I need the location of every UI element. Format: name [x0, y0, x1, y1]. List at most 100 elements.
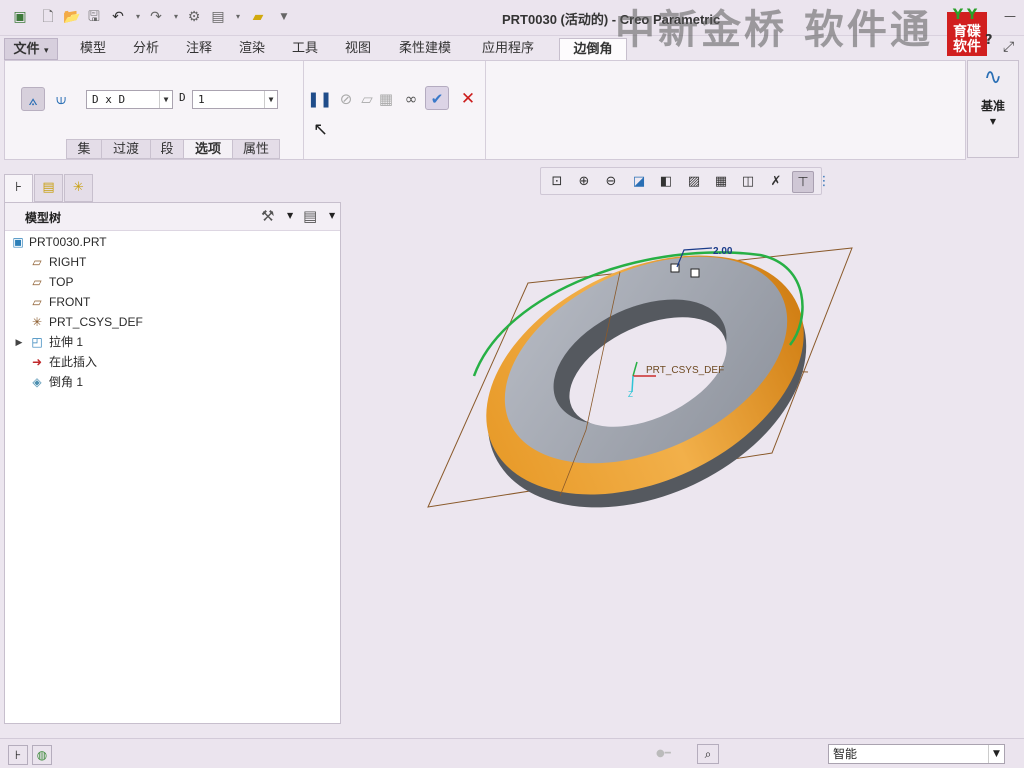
subtab-transitions[interactable]: 过渡: [101, 139, 151, 159]
csys-label: PRT_CSYS_DEF: [646, 365, 724, 376]
repaint-icon[interactable]: ◪: [628, 171, 650, 193]
csys-z-label: Z: [628, 390, 633, 399]
annotation-display-icon[interactable]: ⋮: [813, 171, 835, 193]
brand-logo-top: YY: [952, 7, 982, 23]
model-tree-tab-icon[interactable]: ⊦: [4, 174, 33, 202]
tab-flexible-modeling[interactable]: 柔性建模: [389, 38, 461, 60]
d-value: 1: [198, 93, 205, 106]
tree-settings-icon[interactable]: ⚒: [261, 207, 274, 225]
regenerate-icon[interactable]: ⚙: [186, 9, 202, 25]
datum-plane-icon: ▱: [32, 255, 42, 269]
tree-item-label: FRONT: [49, 295, 91, 309]
minimize-icon[interactable]: —: [1003, 9, 1017, 23]
view-manager-icon[interactable]: ▦: [710, 171, 732, 193]
show-navigator-icon[interactable]: ⊦: [8, 745, 28, 765]
drag-handle[interactable]: [690, 268, 700, 278]
save-icon[interactable]: 🖫: [86, 9, 102, 25]
chevron-down-icon: ▼: [989, 117, 997, 126]
customize-icon[interactable]: ▼: [276, 9, 292, 25]
close-window-icon[interactable]: ▰: [250, 9, 266, 25]
csys-display-icon[interactable]: ✗: [765, 171, 787, 193]
folder-browser-icon[interactable]: ▤: [34, 174, 63, 202]
confirm-icon[interactable]: ✔: [425, 86, 449, 110]
tab-render[interactable]: 渲染: [230, 38, 274, 60]
favorites-icon[interactable]: ✳: [64, 174, 93, 202]
chevron-down-icon: ▼: [264, 91, 277, 108]
chamfer-icon: ◈: [32, 375, 42, 389]
expand-arrow-icon[interactable]: ▶: [11, 334, 27, 350]
pause-icon[interactable]: ❚❚: [307, 87, 332, 111]
app-icon[interactable]: ▣: [12, 9, 28, 25]
tree-item-label: RIGHT: [49, 255, 87, 269]
part-icon: ▣: [12, 235, 24, 249]
tree-item-label: PRT0030.PRT: [29, 235, 107, 249]
tree-display-icon[interactable]: ▤: [303, 207, 317, 225]
d-value-input[interactable]: 1 ▼: [192, 90, 278, 109]
chevron-down-icon[interactable]: ▼: [329, 211, 335, 220]
cursor-icon: ↖: [313, 119, 329, 140]
windows-dropdown-icon[interactable]: ▾: [230, 9, 246, 25]
model-tree-title: 模型树: [25, 211, 62, 225]
open-icon[interactable]: 📂: [63, 9, 80, 25]
undo-dropdown-icon[interactable]: ▾: [130, 9, 146, 25]
tab-edge-chamfer[interactable]: 边倒角: [559, 38, 627, 61]
subtab-pieces[interactable]: 段: [150, 139, 184, 159]
datum-plane-icon: ▱: [32, 275, 42, 289]
refit-icon[interactable]: ⊡: [546, 171, 568, 193]
d-label: D: [179, 91, 186, 104]
tab-file-label: 文件: [13, 42, 40, 57]
dimension-value[interactable]: 2.00: [713, 246, 733, 257]
subtab-sets[interactable]: 集: [66, 139, 102, 159]
datum-label: 基准: [980, 99, 1005, 113]
tab-applications[interactable]: 应用程序: [471, 38, 545, 60]
tab-analysis[interactable]: 分析: [124, 38, 168, 60]
tab-view[interactable]: 视图: [336, 38, 380, 60]
datum-display-icon[interactable]: ⊤: [792, 171, 814, 193]
ribbon-divider: [303, 61, 304, 159]
chevron-down-icon: ▼: [988, 745, 1004, 763]
edge-set-icon[interactable]: ⟑: [21, 87, 45, 111]
new-icon[interactable]: 🗋: [40, 9, 56, 25]
redo-dropdown-icon[interactable]: ▾: [168, 9, 184, 25]
csys-icon: ✳: [31, 315, 43, 329]
saved-views-icon[interactable]: ▨: [683, 171, 705, 193]
tab-annotate[interactable]: 注释: [177, 38, 221, 60]
tree-item-label: 在此插入: [49, 355, 98, 369]
tree-item-label: 拉伸 1: [49, 335, 84, 349]
zoom-out-icon[interactable]: ⊖: [600, 171, 622, 193]
subtab-options[interactable]: 选项: [183, 139, 233, 159]
progress-icon: ●━: [656, 748, 671, 759]
navigator-tabs: ⊦ ▤ ✳: [4, 174, 94, 202]
corner-transition-icon[interactable]: ⟒: [49, 87, 73, 111]
find-icon[interactable]: ⌕: [697, 744, 719, 764]
graphics-toolbar: ⊡ ⊕ ⊖ ◪ ◧ ▨ ▦ ◫ ✗ ⊤ ⋮: [540, 167, 831, 195]
subtab-properties[interactable]: 属性: [232, 139, 280, 159]
verify-icon[interactable]: ▦: [374, 87, 398, 111]
datum-plane-icon: ▱: [32, 295, 42, 309]
model-tree-panel: 模型树 ⚒ ▼ ▤ ▼ ▣ PRT0030.PRT ▱ RIGHT ▱ TOP …: [4, 202, 341, 724]
undo-icon[interactable]: ↶: [110, 9, 126, 25]
browser-toggle-icon[interactable]: ◍: [32, 745, 52, 765]
perspective-icon[interactable]: ◫: [737, 171, 759, 193]
chevron-down-icon: ▾: [44, 46, 49, 56]
chevron-down-icon[interactable]: ▼: [287, 211, 293, 220]
dimension-scheme-value: D x D: [92, 93, 126, 106]
cancel-icon[interactable]: ✕: [456, 87, 480, 111]
dimension-scheme-select[interactable]: D x D ▼: [86, 90, 173, 109]
tab-tools[interactable]: 工具: [283, 38, 327, 60]
tab-model[interactable]: 模型: [70, 38, 116, 60]
tree-item-label: PRT_CSYS_DEF: [49, 315, 143, 329]
redo-icon[interactable]: ↷: [148, 9, 164, 25]
glasses-icon[interactable]: ∞: [399, 87, 423, 111]
windows-icon[interactable]: ▤: [210, 9, 226, 25]
tab-file[interactable]: 文件 ▾: [4, 38, 58, 60]
datum-group[interactable]: ∿ 基准 ▼: [967, 60, 1019, 158]
zoom-in-icon[interactable]: ⊕: [573, 171, 595, 193]
extrude-icon: ◰: [31, 335, 43, 349]
title-bar: ▣ 🗋 📂 🖫 ↶ ▾ ↷ ▾ ⚙ ▤ ▾ ▰ ▼ PRT0030 (活动的) …: [0, 0, 1024, 56]
tree-item-label: 倒角 1: [49, 375, 84, 389]
ribbon-divider: [485, 61, 486, 159]
graphics-viewport[interactable]: 2.00 PRT_CSYS_DEF Z: [345, 200, 945, 530]
display-style-icon[interactable]: ◧: [655, 171, 677, 193]
selection-filter-select[interactable]: 智能 ▼: [828, 744, 1005, 764]
